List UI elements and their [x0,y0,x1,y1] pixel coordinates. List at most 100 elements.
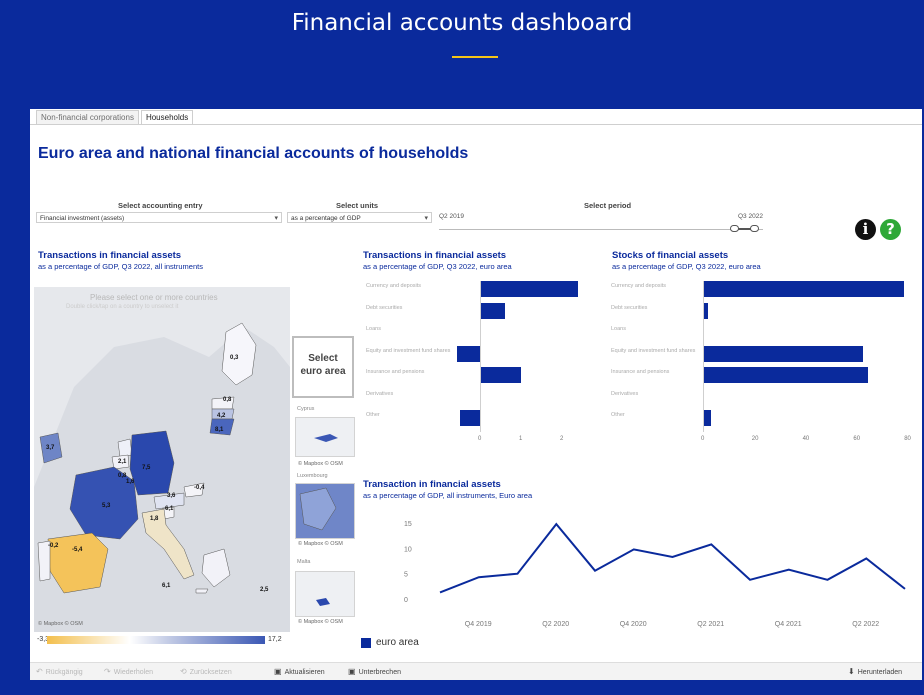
pause-label: Unterbrechen [358,669,401,676]
map-value-label: 6,1 [162,583,171,589]
country-map[interactable]: Please select one or more countries Doub… [34,287,290,632]
inset-attribution-malta: © Mapbox © OSM [298,619,343,625]
period-label: Select period [584,201,632,210]
undo-button[interactable]: ↶ Rückgängig [36,667,83,676]
bar-category-label: Derivatives [366,390,394,397]
series-line-euro-area[interactable] [439,522,906,594]
bar-category-label: Other [611,412,625,418]
map-value-label: 1,8 [150,516,159,522]
units-value: as a percentage of GDP [291,215,361,222]
accounting-entry-select[interactable]: Financial investment (assets) ▾ [36,212,282,223]
bar-category-label: Debt securities [366,304,403,311]
tab-households[interactable]: Households [140,110,194,124]
cyprus-shape [314,434,338,442]
inset-label-malta: Malta [297,559,311,565]
inset-attribution-luxembourg: © Mapbox © OSM [298,541,343,547]
inset-label-luxembourg: Luxembourg [297,473,328,479]
undo-label: Rückgängig [45,669,83,676]
pause-icon: ▣ [348,667,356,676]
refresh-button[interactable]: ▣ Aktualisieren [274,667,325,676]
country-netherlands[interactable] [117,438,133,458]
units-label: Select units [336,201,379,210]
map-value-label: 2,1 [118,459,127,465]
download-button[interactable]: ⬇ Herunterladen [848,667,902,676]
bar-axis-tick: 20 [751,435,759,442]
bar[interactable] [480,367,521,383]
inset-map-luxembourg[interactable] [295,483,355,539]
bar-category-label: Equity and investment fund shares [611,347,696,354]
line-y-tick: 0 [404,597,408,604]
dashboard-title: Financial accounts dashboard [291,10,633,36]
map-value-label: 4,2 [217,413,226,419]
bar-axis-tick: 80 [904,435,911,442]
redo-label: Wiederholen [113,669,154,676]
map-value-label: -0,4 [194,485,205,491]
map-value-label: 5,3 [102,503,111,509]
map-value-label: -5,4 [72,547,83,553]
stocks-chart-title: Stocks of financial assets [612,250,729,261]
inset-map-cyprus[interactable] [295,417,355,457]
bar-axis-tick: 2 [560,435,564,442]
transactions-chart-title: Transactions in financial assets [363,250,507,261]
bar[interactable] [703,281,904,297]
country-malta-small[interactable] [195,588,209,594]
dashboard-panel: Non-financial corporations Households Eu… [30,109,922,679]
period-slider-end-handle[interactable] [750,225,759,232]
legend-label-euro-area: euro area [376,637,419,648]
period-start-label: Q2 2019 [439,213,464,220]
map-subtitle: as a percentage of GDP, Q3 2022, all ins… [38,262,203,271]
info-icon[interactable]: i [855,219,876,240]
inset-label-cyprus: Cyprus [297,406,315,412]
line-chart-title: Transaction in financial assets [363,479,501,490]
map-value-label: 7,5 [142,465,151,471]
bar[interactable] [703,345,864,362]
period-end-label: Q3 2022 [738,213,763,220]
bar-category-label: Currency and deposits [366,283,422,289]
map-color-legend [47,636,265,644]
legend-swatch-euro-area [361,638,371,648]
line-y-tick: 5 [404,572,408,579]
undo-icon: ↶ [36,667,43,676]
map-value-label: 0,3 [230,355,239,361]
inset-attribution-cyprus: © Mapbox © OSM [298,461,343,467]
tab-non-financial-corporations[interactable]: Non-financial corporations [36,110,139,124]
line-x-tick: Q2 2021 [697,621,724,628]
units-select[interactable]: as a percentage of GDP ▾ [287,212,432,223]
inset-map-malta[interactable] [295,571,355,617]
map-hint-sub: Double click/tap on a country to unselec… [66,304,179,310]
pause-button[interactable]: ▣ Unterbrechen [348,667,401,676]
line-chart-subtitle: as a percentage of GDP, all instruments,… [363,491,533,500]
bar[interactable] [480,302,505,319]
map-value-label: 3,7 [46,445,55,451]
redo-icon: ↷ [104,667,111,676]
line-y-tick: 15 [404,521,412,528]
map-value-label: 8,1 [215,427,224,433]
bar[interactable] [480,281,579,297]
bar[interactable] [703,410,711,426]
bar-category-label: Loans [611,326,626,332]
period-slider-start-handle[interactable] [730,225,739,232]
help-icon[interactable]: ? [880,219,901,240]
map-shapes [34,287,290,632]
bar[interactable] [703,367,869,383]
redo-button[interactable]: ↷ Wiederholen [104,667,153,676]
line-chart: 0 5 10 15 Q4 2019 Q2 2020 Q4 2020 Q2 2021 Q4 202… [404,521,906,628]
period-slider-track[interactable] [439,229,763,230]
line-x-tick: Q2 2022 [852,621,879,628]
refresh-label: Aktualisieren [284,669,325,676]
bar-axis-tick: 60 [853,435,861,442]
map-title: Transactions in financial assets [38,250,182,261]
bar-axis-tick: 1 [519,435,523,442]
accounting-entry-value: Financial investment (assets) [40,215,125,222]
map-hint: Please select one or more countries [90,293,218,302]
toolbar-footer: ↶ Rückgängig ↷ Wiederholen ⟲ Zurücksetzen ▣… [30,662,922,680]
download-icon: ⬇ [848,667,855,676]
malta-shape [316,598,330,606]
bar[interactable] [457,345,480,362]
country-germany[interactable] [129,430,175,496]
bar[interactable] [459,410,480,426]
select-euro-area-label: Select euro area [300,353,346,377]
select-euro-area-button[interactable]: Select euro area [292,336,354,398]
reset-button[interactable]: ⟲ Zurücksetzen [180,667,232,676]
bar-axis-tick: 0 [478,435,482,442]
